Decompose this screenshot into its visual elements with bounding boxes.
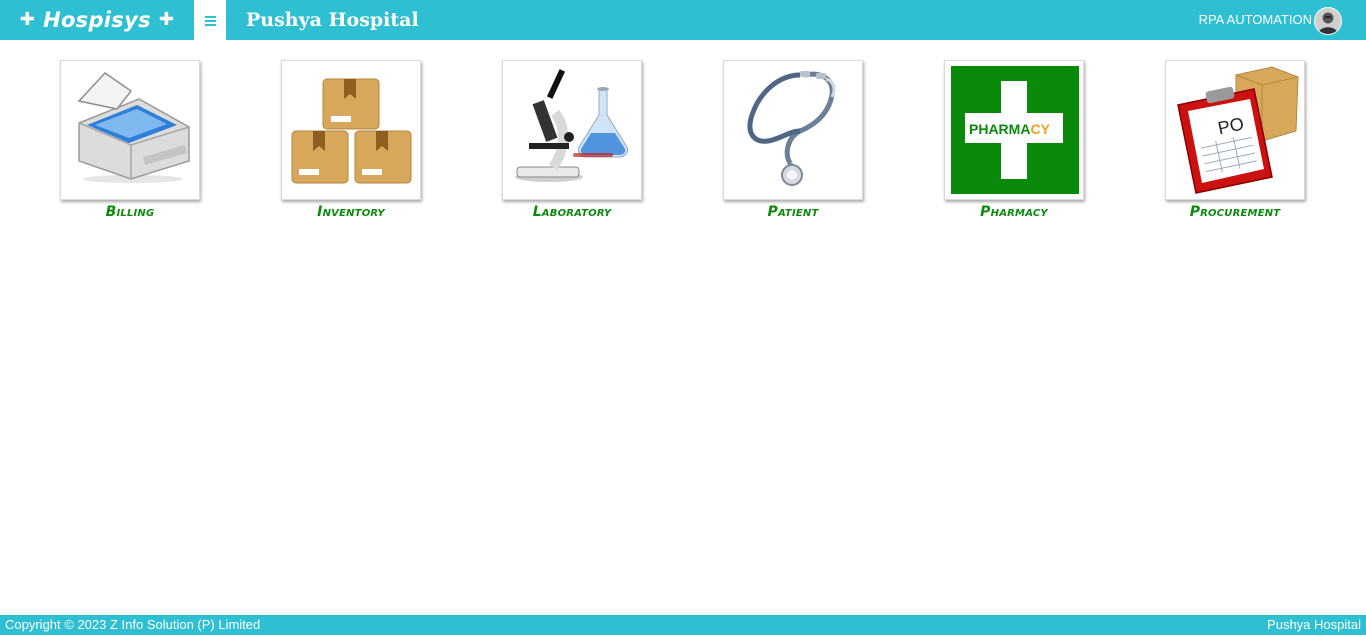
- module-laboratory[interactable]: Laboratory: [502, 60, 642, 220]
- laboratory-tile[interactable]: [502, 60, 642, 200]
- plus-icon: ✚: [19, 9, 36, 30]
- pharmacy-cross-icon: PHARMACY: [951, 66, 1079, 194]
- module-procurement[interactable]: PO Procurement: [1165, 60, 1305, 220]
- module-patient[interactable]: Patient: [723, 60, 863, 220]
- user-name[interactable]: RPA AUTOMATION: [1199, 0, 1312, 40]
- pharmacy-tile[interactable]: PHARMACY: [944, 60, 1084, 200]
- footer: Copyright © 2023 Z Info Solution (P) Lim…: [0, 615, 1366, 635]
- hamburger-icon: [204, 15, 216, 26]
- module-label[interactable]: Billing: [60, 204, 200, 220]
- brand-name: Hospisys: [43, 8, 151, 32]
- menu-toggle-button[interactable]: [194, 0, 226, 40]
- hospital-title: Pushya Hospital: [246, 9, 419, 31]
- patient-tile[interactable]: [723, 60, 863, 200]
- module-label[interactable]: Inventory: [281, 204, 421, 220]
- module-label[interactable]: Laboratory: [502, 204, 642, 220]
- stethoscope-icon: [747, 71, 836, 186]
- module-billing[interactable]: Billing: [60, 60, 200, 220]
- microscope-icon: [515, 69, 628, 182]
- billing-tile[interactable]: [60, 60, 200, 200]
- top-navbar: ✚ Hospisys ✚ Pushya Hospital RPA AUTOMAT…: [0, 0, 1366, 40]
- module-inventory[interactable]: Inventory: [281, 60, 421, 220]
- user-avatar-icon: [1315, 8, 1341, 34]
- clipboard-po-icon: PO: [1177, 66, 1299, 194]
- svg-text:PHARMACY: PHARMACY: [969, 121, 1051, 137]
- module-label[interactable]: Procurement: [1165, 204, 1305, 220]
- module-label[interactable]: Patient: [723, 204, 863, 220]
- procurement-tile[interactable]: PO: [1165, 60, 1305, 200]
- inventory-tile[interactable]: [281, 60, 421, 200]
- module-label[interactable]: Pharmacy: [944, 204, 1084, 220]
- brand-logo[interactable]: ✚ Hospisys ✚: [0, 0, 194, 40]
- footer-hospital-name: Pushya Hospital: [1267, 617, 1361, 632]
- boxes-icon: [291, 78, 412, 184]
- module-pharmacy[interactable]: PHARMACY Pharmacy: [944, 60, 1084, 220]
- avatar[interactable]: [1314, 7, 1342, 35]
- copyright-text: Copyright © 2023 Z Info Solution (P) Lim…: [5, 617, 261, 632]
- plus-icon: ✚: [158, 9, 175, 30]
- printer-icon: [77, 72, 190, 183]
